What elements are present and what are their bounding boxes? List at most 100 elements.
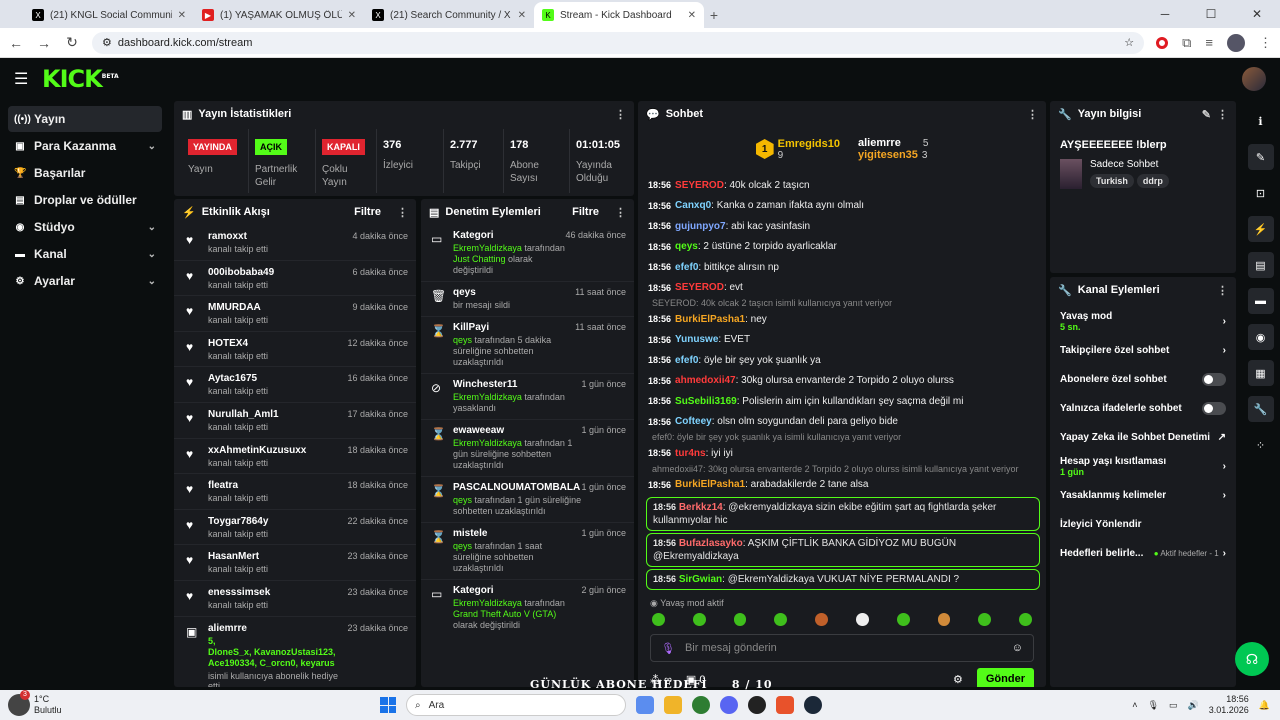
sidebar-item-kanal[interactable]: ▬ Kanal ⌄	[8, 241, 162, 267]
notifications-icon[interactable]: 🔔	[1259, 700, 1270, 711]
app-icon[interactable]	[776, 696, 794, 714]
goals-item[interactable]: Hedefleri belirle... ● Aktif hedefler - 1…	[1050, 539, 1236, 568]
top-gifter-2[interactable]: aliemrre 5	[858, 137, 928, 149]
username[interactable]: ramoxxt	[208, 231, 352, 242]
menu-icon[interactable]: ⋮	[1259, 35, 1272, 51]
mic-icon[interactable]: 🎙	[1148, 700, 1159, 711]
emote-icon[interactable]	[815, 613, 828, 626]
chat-username[interactable]: efef0	[675, 355, 698, 366]
apps-icon[interactable]: ⁘	[1248, 432, 1274, 458]
top-gifter-1[interactable]: 1 Emregids10 9	[755, 138, 840, 161]
info-icon[interactable]: ℹ	[1248, 108, 1274, 134]
opera-icon[interactable]	[1156, 36, 1169, 49]
user-avatar[interactable]	[1242, 67, 1266, 91]
more-options-icon[interactable]: ⋮	[615, 108, 626, 121]
slow-mode-item[interactable]: Yavaş mod 5 sn. ›	[1050, 307, 1236, 336]
sidebar-item-droplar[interactable]: ▤ Droplar ve ödüller	[8, 187, 162, 213]
chat-username[interactable]: qeys	[675, 241, 698, 252]
clock[interactable]: 18:56 3.01.2026	[1209, 694, 1249, 716]
chat-message-input[interactable]: 🎙 Bir mesaj gönderin ☺	[650, 634, 1034, 662]
emote-icon[interactable]	[1019, 613, 1032, 626]
new-tab-button[interactable]: +	[704, 2, 724, 28]
sidebar-item-basarilar[interactable]: 🏆 Başarılar	[8, 160, 162, 186]
chat-username[interactable]: BurkiElPasha1	[675, 314, 745, 325]
emote-icon[interactable]	[774, 613, 788, 626]
file-explorer-icon[interactable]	[664, 696, 682, 714]
username[interactable]: Nurullah_Aml1	[208, 409, 347, 420]
volume-icon[interactable]: 🔊	[1188, 700, 1199, 711]
filter-button[interactable]: Filtre	[572, 206, 599, 218]
obs-icon[interactable]	[748, 696, 766, 714]
chat-icon[interactable]: ▬	[1247, 288, 1274, 314]
steam-icon[interactable]	[804, 696, 822, 714]
edit-icon[interactable]: ✎	[1247, 144, 1274, 170]
emote-icon[interactable]	[896, 613, 910, 626]
mic-icon[interactable]: 🎙	[661, 642, 675, 655]
chrome-icon[interactable]	[692, 696, 710, 714]
more-options-icon[interactable]: ⋮	[1217, 284, 1228, 297]
browser-tab[interactable]: X (21) Search Community / X ✕	[364, 2, 534, 28]
account-age-item[interactable]: Hesap yaşı kısıtlaması 1 gün ›	[1050, 452, 1236, 481]
close-icon[interactable]: ✕	[178, 10, 186, 21]
ai-moderation-item[interactable]: Yapay Zeka ile Sohbet Denetimi ↗	[1050, 423, 1236, 452]
username[interactable]: fleatra	[208, 480, 347, 491]
username[interactable]: MMURDAA	[208, 302, 352, 313]
browser-tab[interactable]: X (21) KNGL Social Community / ✕	[24, 2, 194, 28]
more-options-icon[interactable]: ⋮	[615, 206, 626, 219]
hamburger-menu-icon[interactable]: ☰	[14, 69, 28, 89]
close-window-icon[interactable]: ✕	[1234, 0, 1280, 28]
chat-username[interactable]: Canxq0	[675, 200, 711, 211]
chat-username[interactable]: SEYEROD	[675, 282, 724, 293]
chat-username[interactable]: SEYEROD	[675, 180, 724, 191]
username[interactable]: xxAhmetinKuzusuxx	[208, 445, 347, 456]
chat-username[interactable]: Berkkz14	[679, 502, 723, 513]
sidebar-item-ayarlar[interactable]: ⚙ Ayarlar ⌄	[8, 268, 162, 294]
back-icon[interactable]: ←	[8, 35, 24, 51]
emotes-only-toggle[interactable]	[1202, 402, 1226, 415]
support-headset-icon[interactable]: ☊	[1235, 642, 1269, 676]
filter-button[interactable]: Filtre	[354, 206, 381, 218]
username[interactable]: HOTEX4	[208, 338, 347, 349]
network-icon[interactable]: ▭	[1169, 700, 1178, 711]
emote-icon[interactable]	[937, 613, 951, 626]
chat-username[interactable]: Bufazlasayko	[679, 538, 743, 549]
close-icon[interactable]: ✕	[348, 10, 356, 21]
username[interactable]: 000ibobaba49	[208, 267, 352, 278]
chat-username[interactable]: efef0	[675, 262, 698, 273]
chat-username[interactable]: Yunuswe	[675, 334, 718, 345]
username[interactable]: aliemrre	[208, 623, 347, 634]
chat-username[interactable]: Cofteey	[675, 416, 712, 427]
discord-icon[interactable]	[720, 696, 738, 714]
username[interactable]: HasanMert	[208, 551, 347, 562]
profile-avatar[interactable]	[1227, 33, 1245, 52]
chat-username[interactable]: gujunpyo7	[675, 221, 726, 232]
chat-username[interactable]: SirGwian	[679, 574, 722, 585]
chat-username[interactable]: BurkiElPasha1	[675, 479, 745, 490]
emote-icon[interactable]	[978, 613, 992, 626]
username[interactable]: enesssimsek	[208, 587, 347, 598]
top-gifter-3[interactable]: yigitesen35 3	[858, 149, 928, 161]
username[interactable]: Toygar7864y	[208, 516, 347, 527]
chat-username[interactable]: ahmedoxii47	[675, 375, 736, 386]
bookmark-star-icon[interactable]: ☆	[1124, 36, 1134, 49]
chat-username[interactable]: tur4ns	[675, 448, 706, 459]
settings-gear-icon[interactable]: ⚙	[953, 673, 963, 686]
subscribers-only-toggle[interactable]	[1202, 373, 1226, 386]
url-input[interactable]: ⚙ dashboard.kick.com/stream ☆	[92, 31, 1145, 54]
browser-tab[interactable]: ▶ (1) YAŞAMAK OLMUŞ ÖLÜMDİ ✕	[194, 2, 364, 28]
emote-icon[interactable]	[733, 613, 747, 626]
more-options-icon[interactable]: ⋮	[1217, 108, 1228, 121]
moderation-icon[interactable]: ▦	[1247, 360, 1274, 386]
emote-icon[interactable]	[652, 613, 665, 626]
start-icon[interactable]	[380, 697, 396, 713]
kick-logo[interactable]: KICKBETA	[42, 65, 119, 93]
username[interactable]: Aytac1675	[208, 373, 347, 384]
more-options-icon[interactable]: ⋮	[1027, 108, 1038, 121]
browser-tab-active[interactable]: K Stream - Kick Dashboard ✕	[534, 2, 704, 28]
screenshot-icon[interactable]: ⊡	[1248, 180, 1274, 206]
edit-icon[interactable]: ✎	[1202, 108, 1211, 121]
chat-username[interactable]: SuSebili3169	[675, 396, 737, 407]
raid-item[interactable]: İzleyici Yönlendir	[1050, 510, 1236, 539]
forward-icon[interactable]: →	[36, 35, 52, 51]
reload-icon[interactable]: ↻	[64, 34, 80, 51]
